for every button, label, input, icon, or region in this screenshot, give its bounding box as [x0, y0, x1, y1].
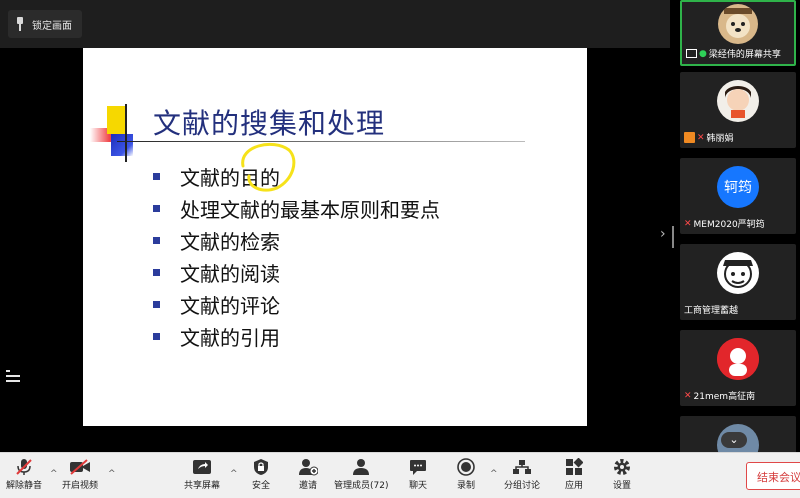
participant-label: ✕ 韩丽娟 — [684, 131, 792, 144]
video-off-icon — [68, 456, 92, 478]
mic-muted-icon — [12, 456, 36, 478]
user-icon — [349, 456, 373, 478]
bullet-square-icon — [153, 300, 160, 308]
apps-grid-icon — [562, 456, 586, 478]
chat-icon — [406, 456, 430, 478]
chat-button[interactable]: 聊天 — [406, 456, 430, 496]
lock-view-label: 锁定画面 — [32, 20, 72, 32]
shared-screen-area: 锁定画面 文献的搜集和处理 文献的目的 处理文献的最基本原则和要点 文献的检索 … — [0, 0, 670, 452]
presentation-slide: 文献的搜集和处理 文献的目的 处理文献的最基本原则和要点 文献的检索 文献的阅读… — [83, 48, 587, 426]
share-options-caret-icon[interactable]: ^ — [230, 469, 238, 479]
avatar — [717, 252, 759, 294]
bullet-square-icon — [153, 268, 160, 276]
apps-button[interactable]: 应用 — [562, 456, 586, 496]
share-screen-button[interactable]: 共享屏幕 — [184, 456, 220, 496]
breakout-rooms-icon — [510, 456, 534, 478]
slide-decoration-yellow — [107, 106, 127, 134]
participant-tile[interactable]: ● 梁经伟的屏幕共享 — [680, 0, 796, 66]
bullet-square-icon — [153, 204, 160, 212]
slide-decoration-vertical-line — [125, 104, 127, 162]
participant-tile[interactable]: 轲筠 ✕ MEM2020严轲筠 — [680, 158, 796, 234]
gear-icon — [610, 456, 634, 478]
lock-view-button[interactable]: 锁定画面 — [8, 10, 82, 38]
annotation-circle — [241, 142, 296, 192]
unmute-button[interactable]: 解除静音 — [6, 456, 42, 496]
participant-label: 工商管理蓄越 — [684, 306, 739, 316]
participant-tile[interactable]: 工商管理蓄越 — [680, 244, 796, 320]
shield-icon — [249, 456, 273, 478]
manage-members-button[interactable]: 管理成员(72) — [334, 456, 388, 496]
slide-bullet: 文献的引用 — [153, 320, 440, 352]
meeting-toolbar: 解除静音 ^ 开启视频 ^ 共享屏幕 ^ 安全 邀请 管理成员(72) 聊天 录… — [0, 452, 800, 498]
bullet-square-icon — [153, 332, 160, 340]
slide-decoration-blue — [111, 134, 133, 156]
mic-muted-icon: ✕ — [684, 390, 692, 401]
record-button[interactable]: 录制 — [454, 456, 478, 496]
participant-label: ● 梁经伟的屏幕共享 — [686, 47, 790, 60]
mic-muted-icon: ✕ — [684, 218, 692, 229]
participant-tile[interactable]: ✕ 韩丽娟 — [680, 72, 796, 148]
slide-bullet: 处理文献的最基本原则和要点 — [153, 192, 440, 224]
record-icon — [454, 456, 478, 478]
collapse-panel-chevron-icon[interactable]: › — [660, 226, 666, 242]
breakout-rooms-button[interactable]: 分组讨论 — [504, 456, 540, 496]
security-button[interactable]: 安全 — [249, 456, 273, 496]
avatar — [717, 80, 759, 122]
mic-muted-icon: ✕ — [697, 132, 705, 143]
audio-options-caret-icon[interactable]: ^ — [50, 469, 58, 479]
video-options-caret-icon[interactable]: ^ — [108, 469, 116, 479]
avatar — [718, 4, 758, 44]
participant-label: ✕ 21mem高征南 — [684, 390, 756, 403]
start-video-button[interactable]: 开启视频 — [62, 456, 98, 496]
screen-share-icon — [686, 49, 697, 58]
participant-gallery: ● 梁经伟的屏幕共享 ✕ 韩丽娟 轲筠 ✕ MEM2020严轲筠 工商管理蓄越 — [676, 0, 800, 452]
settings-button[interactable]: 设置 — [610, 456, 634, 496]
bullet-square-icon — [153, 236, 160, 244]
invite-button[interactable]: 邀请 — [296, 456, 320, 496]
host-badge-icon — [684, 132, 695, 143]
end-meeting-button[interactable]: 结束会议 — [746, 462, 800, 490]
participant-tile[interactable]: ✕ 21mem高征南 — [680, 330, 796, 406]
slide-bullet: 文献的阅读 — [153, 256, 440, 288]
share-screen-icon — [190, 456, 214, 478]
record-options-caret-icon[interactable]: ^ — [490, 469, 498, 479]
list-menu-icon[interactable] — [6, 370, 22, 384]
mic-icon: ● — [699, 48, 707, 59]
participant-label: ✕ MEM2020严轲筠 — [684, 218, 765, 231]
add-user-icon — [296, 456, 320, 478]
bullet-square-icon — [153, 172, 160, 180]
avatar: 轲筠 — [717, 166, 759, 208]
scroll-down-chevron-icon[interactable]: ⌄ — [721, 432, 747, 448]
slide-bullet: 文献的检索 — [153, 224, 440, 256]
avatar — [717, 338, 759, 380]
share-top-strip — [0, 0, 670, 48]
pin-icon — [14, 17, 26, 31]
slide-bullet: 文献的评论 — [153, 288, 440, 320]
